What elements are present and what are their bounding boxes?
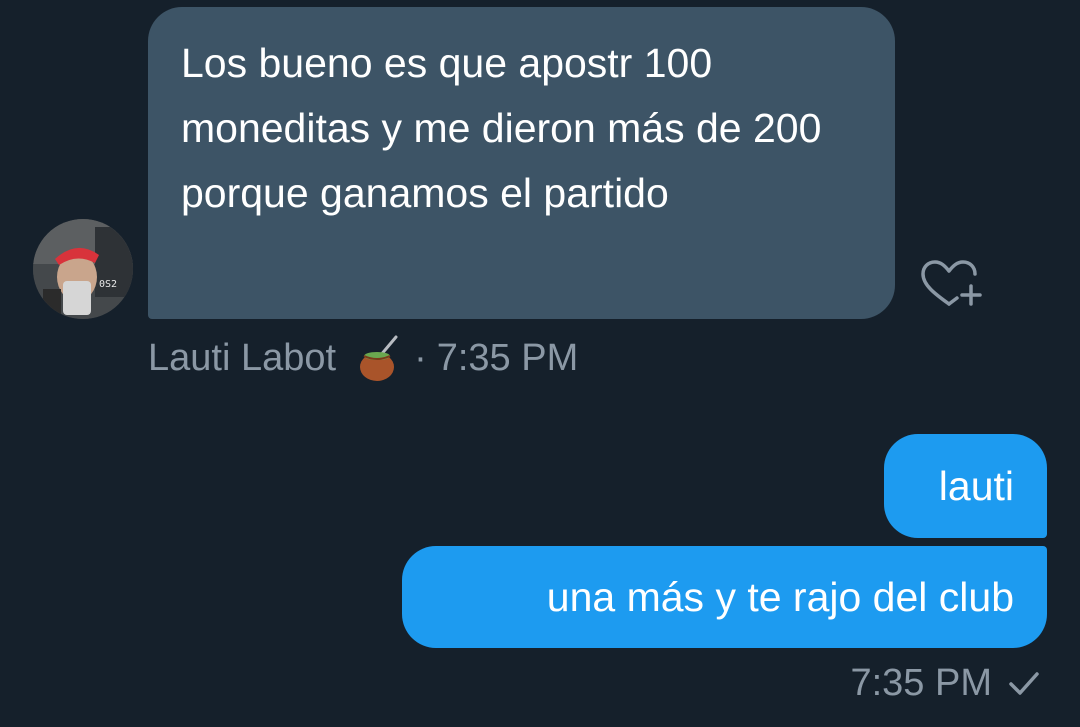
outgoing-message-bubble[interactable]: una más y te rajo del club	[402, 546, 1047, 648]
outgoing-message-meta: 7:35 PM	[850, 661, 1042, 705]
incoming-message-meta: Lauti Labot · 7:35 PM	[148, 334, 578, 382]
incoming-timestamp: 7:35 PM	[436, 337, 579, 379]
outgoing-timestamp: 7:35 PM	[850, 662, 992, 704]
svg-text:0S2: 0S2	[99, 279, 117, 290]
mate-icon	[360, 335, 398, 381]
meta-separator: ·	[414, 337, 427, 379]
incoming-message-bubble[interactable]: Los bueno es que apostr 100 moneditas y …	[148, 7, 895, 319]
outgoing-message-text: lauti	[938, 463, 1014, 509]
avatar-photo: 0S2	[33, 219, 133, 319]
outgoing-message-bubble[interactable]: lauti	[884, 434, 1047, 538]
checkmark-icon	[1009, 672, 1039, 695]
sender-name[interactable]: Lauti Labot	[148, 336, 336, 380]
outgoing-message-text: una más y te rajo del club	[546, 574, 1014, 620]
incoming-message-text: Los bueno es que apostr 100 moneditas y …	[181, 40, 822, 216]
sender-avatar[interactable]: 0S2	[33, 219, 133, 319]
heart-plus-icon[interactable]	[917, 258, 983, 308]
